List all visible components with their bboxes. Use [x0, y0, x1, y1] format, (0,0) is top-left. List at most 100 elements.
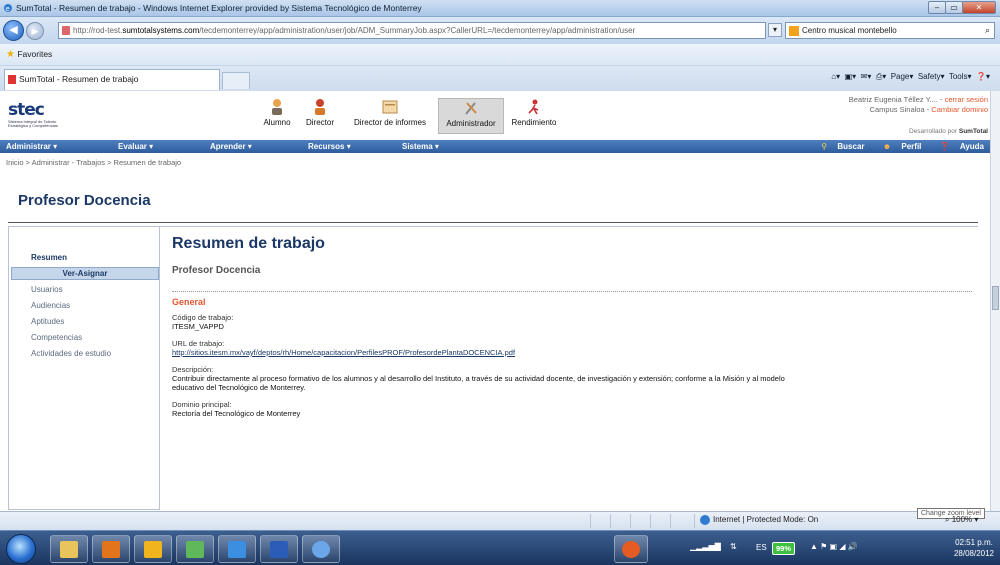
buscar-link[interactable]: ⚲ Buscar — [813, 142, 864, 151]
url-domain: sumtotalsystems.com — [122, 26, 200, 35]
status-segment — [630, 514, 631, 528]
role-director-de-informes[interactable]: Director de informes — [344, 98, 436, 134]
taskbar-messenger[interactable] — [176, 535, 214, 563]
description-line-2: educativo del Tecnológico de Monterrey. — [172, 383, 306, 392]
zoom-level-button[interactable]: ⌕ 100% ▾ — [945, 515, 978, 525]
menu-recursos[interactable]: Recursos ▾ — [308, 140, 351, 153]
scrollbar-thumb[interactable] — [992, 286, 999, 310]
forward-button[interactable]: ▶ — [26, 22, 44, 40]
star-icon: ★ — [6, 49, 15, 60]
left-item-competencias[interactable]: Competencias — [31, 333, 82, 342]
status-segment — [650, 514, 651, 528]
role-director[interactable]: Director — [299, 98, 341, 134]
menu-label: Evaluar — [118, 142, 147, 151]
svg-text:e: e — [6, 5, 10, 13]
menu-sistema[interactable]: Sistema ▾ — [402, 140, 439, 153]
taskbar-firefox[interactable] — [614, 535, 648, 563]
page-menu[interactable]: Page▾ — [891, 72, 914, 81]
left-panel-heading[interactable]: Resumen — [31, 253, 67, 262]
performance-icon — [528, 99, 539, 115]
ayuda-link[interactable]: ❓ Ayuda — [932, 142, 984, 151]
security-zone[interactable]: Internet | Protected Mode: On — [700, 515, 818, 525]
feeds-icon[interactable]: ▣▾ — [845, 72, 857, 81]
tools-menu[interactable]: Tools▾ — [949, 72, 972, 81]
sumtotal-icon — [8, 75, 16, 84]
language-indicator[interactable]: ES — [756, 543, 767, 552]
reports-icon — [382, 100, 398, 114]
tab-bar: SumTotal - Resumen de trabajo ⌂▾ ▣▾ ✉▾ ⎙… — [0, 66, 1000, 91]
tab-resumen-de-trabajo[interactable]: SumTotal - Resumen de trabajo — [4, 69, 220, 90]
profile-icon: ☻ — [882, 142, 892, 151]
battery-indicator[interactable]: 99% — [772, 542, 796, 555]
description-line-1: Contribuir directamente al proceso forma… — [172, 374, 785, 383]
home-icon[interactable]: ⌂▾ — [831, 72, 840, 81]
page-label: Page — [890, 72, 910, 81]
left-item-usuarios[interactable]: Usuarios — [31, 285, 63, 294]
status-bar: Internet | Protected Mode: On — [0, 511, 1000, 530]
search-icon[interactable]: ⌕ — [985, 23, 990, 38]
search-box[interactable]: Centro musical montebello ⌕ — [785, 22, 995, 39]
logout-link[interactable]: cerrar sesión — [945, 95, 988, 104]
maximize-button[interactable]: ▭ — [945, 1, 963, 14]
left-item-actividades[interactable]: Actividades de estudio — [31, 349, 111, 358]
window-title: SumTotal - Resumen de trabajo - Windows … — [16, 3, 422, 13]
left-item-audiencias[interactable]: Audiencias — [31, 301, 70, 310]
url-prefix: http://rod-test. — [73, 26, 123, 35]
taskbar-internet-explorer[interactable] — [218, 535, 256, 563]
folder-icon — [60, 541, 78, 558]
compatibility-icon[interactable]: ▾ — [768, 23, 782, 37]
page-title: Profesor Docencia — [18, 192, 151, 209]
user-info: Beatriz Eugenia Téllez Y.... - cerrar se… — [848, 95, 988, 135]
taskbar-itunes[interactable] — [302, 535, 340, 563]
navigation-bar: ◀ ▶ http://rod-test.sumtotalsystems.com/… — [0, 17, 1000, 44]
safety-menu[interactable]: Safety▾ — [918, 72, 945, 81]
favorites-button[interactable]: ★ Favorites — [6, 49, 52, 60]
role-alumno[interactable]: Alumno — [258, 98, 296, 134]
left-panel-selected-item[interactable]: Ver-Asignar — [11, 267, 159, 280]
menu-administrar[interactable]: Administrar ▾ — [6, 140, 57, 153]
logo-text: stec — [8, 100, 45, 120]
address-bar[interactable]: http://rod-test.sumtotalsystems.com/tecd… — [58, 22, 766, 39]
mail-icon[interactable]: ✉▾ — [861, 72, 872, 81]
role-rendimiento[interactable]: Rendimiento — [508, 98, 560, 134]
clock[interactable]: 02:51 p.m. 28/08/2012 — [954, 537, 994, 559]
url-path: /tecdemonterrey/app/administration/user/… — [199, 26, 636, 35]
change-domain-link[interactable]: Cambiar dominio — [931, 105, 988, 114]
tray-icons[interactable]: ▲ ⚑ ▣ ◢ 🔊 — [810, 542, 858, 551]
taskbar-explorer[interactable] — [50, 535, 88, 563]
taskbar-word[interactable] — [260, 535, 298, 563]
globe-icon — [700, 515, 710, 525]
close-button[interactable]: ✕ — [962, 1, 996, 14]
developed-by: Desarrollado por — [908, 128, 958, 135]
favorites-label: Favorites — [17, 49, 53, 59]
left-item-aptitudes[interactable]: Aptitudes — [31, 317, 64, 326]
minimize-button[interactable]: – — [928, 1, 946, 14]
ayuda-label: Ayuda — [959, 142, 984, 151]
menu-evaluar[interactable]: Evaluar ▾ — [118, 140, 153, 153]
signal-icon[interactable]: ▁▂▃▅▇ — [690, 542, 721, 551]
search-provider-icon — [789, 26, 799, 36]
outlook-icon — [144, 541, 162, 558]
window-titlebar: e SumTotal - Resumen de trabajo - Window… — [0, 0, 1000, 17]
back-button[interactable]: ◀ — [3, 20, 24, 41]
network-icon[interactable]: ⇅ — [730, 542, 737, 551]
status-segment — [610, 514, 611, 528]
help-icon[interactable]: ❓▾ — [976, 72, 990, 81]
new-tab-button[interactable] — [222, 72, 250, 89]
start-button[interactable] — [6, 534, 36, 564]
job-url-link[interactable]: http://sitios.itesm.mx/vayf/deptos/rh/Ho… — [172, 348, 515, 357]
director-icon — [315, 99, 325, 115]
messenger-icon — [186, 541, 204, 558]
role-administrador[interactable]: Administrador — [438, 98, 504, 134]
word-icon — [270, 541, 288, 558]
clock-time: 02:51 p.m. — [955, 538, 993, 547]
search-text: Centro musical montebello — [802, 26, 897, 35]
role-label: Administrador — [446, 119, 496, 128]
print-icon[interactable]: ⎙▾ — [876, 72, 886, 81]
breadcrumb: Inicio > Administrar - Trabajos > Resume… — [6, 158, 182, 167]
vertical-scrollbar[interactable] — [990, 91, 1000, 511]
menu-aprender[interactable]: Aprender ▾ — [210, 140, 252, 153]
perfil-link[interactable]: ☻ Perfil — [875, 142, 922, 151]
taskbar-media-player[interactable] — [92, 535, 130, 563]
taskbar-outlook[interactable] — [134, 535, 172, 563]
